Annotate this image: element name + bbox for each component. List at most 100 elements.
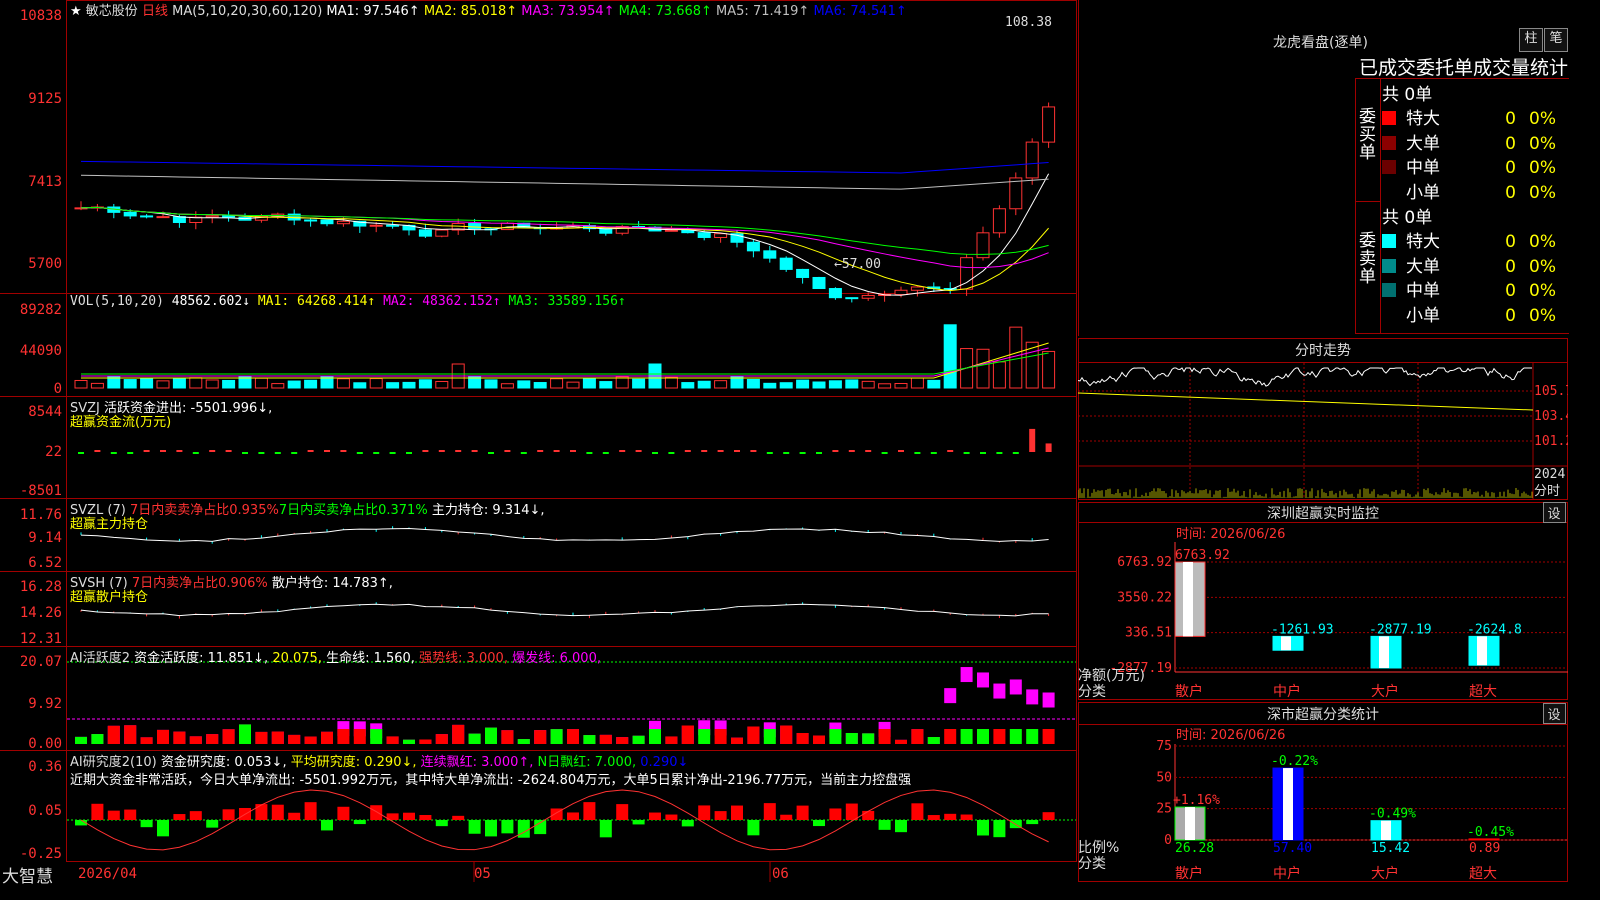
volume-bar <box>976 348 990 389</box>
candle <box>992 208 1006 234</box>
sell-row: 大单 0 0% <box>1382 252 1568 277</box>
realtime-monitor-chart[interactable]: 深圳超赢实时监控 设 时间: 2026/06/26 6763.92 3550.22… <box>1078 502 1568 700</box>
ai-activity-base <box>550 729 563 744</box>
research-bar <box>747 820 760 836</box>
research-bar <box>845 803 858 820</box>
volume-bar <box>992 361 1006 389</box>
svsh-line <box>80 603 1049 617</box>
ai-activity-base <box>239 724 251 744</box>
svzj-bar <box>94 450 101 452</box>
high-price-label: 108.38 <box>1005 15 1052 30</box>
color-swatch <box>1382 135 1396 150</box>
research-bar <box>485 820 497 837</box>
star-icon[interactable]: ★ <box>70 4 82 19</box>
candle <box>140 215 154 218</box>
svzj-bar <box>914 452 921 454</box>
intraday-vol-unit: 分时 <box>1534 484 1560 499</box>
svzj-bar <box>192 452 199 454</box>
stats-tick: 50 <box>1156 770 1172 785</box>
svzj-bar <box>324 450 330 452</box>
volume-bar <box>140 378 154 389</box>
research-bar <box>468 820 481 834</box>
ma-line <box>80 160 1049 174</box>
volume-bar <box>910 377 924 389</box>
buy-total: 共 0单 <box>1382 85 1433 105</box>
volume-bar <box>763 382 777 389</box>
candle <box>123 211 137 217</box>
svzj-tick: 8544 <box>28 404 62 420</box>
ai-activity-base <box>222 729 235 744</box>
candle <box>1009 177 1023 210</box>
svzj-bar <box>717 450 724 452</box>
svzj-bar <box>996 452 1003 454</box>
ai-activity-bar <box>944 688 957 704</box>
category-stats-chart[interactable]: 深市超赢分类统计 设 时间: 2026/06/26 75 50 25 0 +1.16%… <box>1078 702 1568 882</box>
research-bar <box>895 820 907 833</box>
svzj-bar <box>471 450 478 452</box>
research-bar <box>993 820 1006 838</box>
candle <box>386 224 400 227</box>
kline-chart-area[interactable]: 10838 9125 7413 5700 89282 44090 0 8544 … <box>0 0 1078 882</box>
research-bar <box>353 820 366 825</box>
svzj-bar <box>668 452 675 454</box>
lhb-stat-tabs[interactable]: 已成交委托单成交量统计 <box>1359 53 1568 80</box>
volume-bar <box>254 377 268 389</box>
research-bar <box>91 803 104 820</box>
period-label: 日线 <box>141 4 168 19</box>
research-bar <box>567 812 579 820</box>
svzl-tick: 6.52 <box>28 555 62 571</box>
sell-row: 中单 0 0% <box>1382 276 1568 301</box>
svzj-bar <box>635 450 642 452</box>
brand-logo: 大智慧 <box>2 867 53 887</box>
bar-mode-button[interactable]: 柱 <box>1519 28 1543 52</box>
volume-bar <box>418 379 432 389</box>
indicator-value: MA2: 85.018↑ <box>419 4 518 19</box>
ai-activity-base <box>681 725 694 744</box>
price-tick: 10838 <box>20 8 62 24</box>
stats-tick: 25 <box>1156 802 1172 817</box>
research-bar <box>911 803 924 820</box>
research-bar <box>321 820 333 831</box>
stats-pct: +1.16% <box>1173 793 1220 808</box>
ai-activity-base <box>140 737 153 744</box>
sell-order-label: 委卖单 <box>1359 231 1376 287</box>
intraday-tick: 105.7 <box>1534 384 1568 399</box>
candle <box>336 220 350 225</box>
ai-activity-base <box>977 729 989 744</box>
ai-activity-base <box>1042 729 1055 744</box>
candle <box>369 224 383 227</box>
monitor-category: 散户 <box>1175 683 1203 700</box>
candle <box>910 286 924 291</box>
ai-activity-base <box>895 739 907 744</box>
volume-bar <box>812 381 826 389</box>
intraday-title: 分时走势 <box>1295 343 1351 359</box>
buy-row: 中单 0 0% <box>1382 153 1568 178</box>
volume-bar <box>582 377 596 389</box>
volume-bar <box>632 378 646 389</box>
ai-activity-bars <box>67 661 1076 744</box>
ai-activity-base <box>927 737 940 744</box>
tick-mode-button[interactable]: 笔 <box>1544 28 1568 52</box>
monitor-bar <box>1370 635 1402 669</box>
intraday-chart[interactable]: 分时走势 105.7 103.4 101.2 2024 分时 <box>1078 338 1568 500</box>
svzj-tick: -8501 <box>20 483 62 499</box>
stats-tick: 75 <box>1156 739 1172 754</box>
price-tick: 7413 <box>28 174 62 190</box>
svzj-bar <box>160 450 166 452</box>
research-bar <box>173 814 186 820</box>
research-bar <box>714 811 727 820</box>
lhb-title: 龙虎看盘(逐单) <box>1273 35 1368 51</box>
candle <box>779 257 793 270</box>
volume-ma-lines <box>81 342 1049 379</box>
date-tick: 05 <box>474 866 491 882</box>
svzj-bar <box>766 452 773 454</box>
research-bar <box>419 815 432 820</box>
volume-bar <box>369 378 383 389</box>
volume-bar <box>566 381 580 389</box>
research-bar <box>977 820 989 836</box>
ai-activity-base <box>993 729 1006 744</box>
volume-bar <box>222 379 236 389</box>
stats-bar <box>1272 767 1304 841</box>
ai-activity-base <box>698 729 711 744</box>
monitor-time: 时间: 2026/06/26 <box>1176 527 1285 542</box>
